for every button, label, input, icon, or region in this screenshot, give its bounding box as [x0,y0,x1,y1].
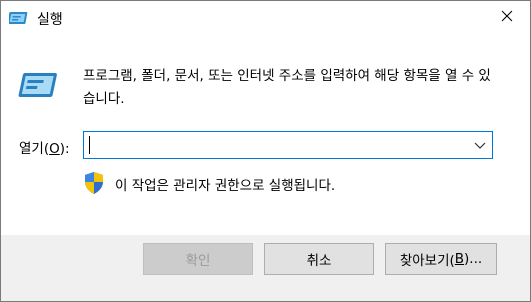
close-button[interactable] [484,1,530,35]
open-input[interactable] [90,136,460,154]
open-label-suffix: ): [59,141,70,157]
open-label: 열기(O): [19,137,70,157]
run-app-icon [17,65,61,105]
dialog-content: 프로그램, 폴더, 문서, 또는 인터넷 주소를 입력하여 해당 항목을 열 수… [1,35,530,235]
browse-prefix: 찾아보기( [399,253,455,269]
open-label-hotkey: O [49,141,60,157]
close-icon [501,10,513,26]
description-text: 프로그램, 폴더, 문서, 또는 인터넷 주소를 입력하여 해당 항목을 열 수… [83,68,491,107]
title-bar[interactable]: 실행 [1,1,530,35]
chevron-down-icon[interactable] [474,140,486,150]
run-app-icon [7,9,31,27]
button-bar: 확인 취소 찾아보기(B)... [1,235,530,301]
run-dialog: 실행 프로그램, 폴더, 문서, 또는 인터넷 주소를 입력하여 해당 항목을 [0,0,531,302]
admin-note: 이 작업은 관리자 권한으로 실행됩니다. [115,178,336,194]
cancel-button[interactable]: 취소 [264,243,374,275]
browse-button[interactable]: 찾아보기(B)... [385,243,497,275]
ok-button[interactable]: 확인 [143,243,253,275]
uac-shield-icon [83,171,105,195]
open-combobox[interactable] [83,131,493,159]
window-title: 실행 [37,12,63,28]
browse-hotkey: B [454,251,465,267]
browse-suffix: )... [464,251,483,267]
open-label-prefix: 열기( [19,141,50,157]
